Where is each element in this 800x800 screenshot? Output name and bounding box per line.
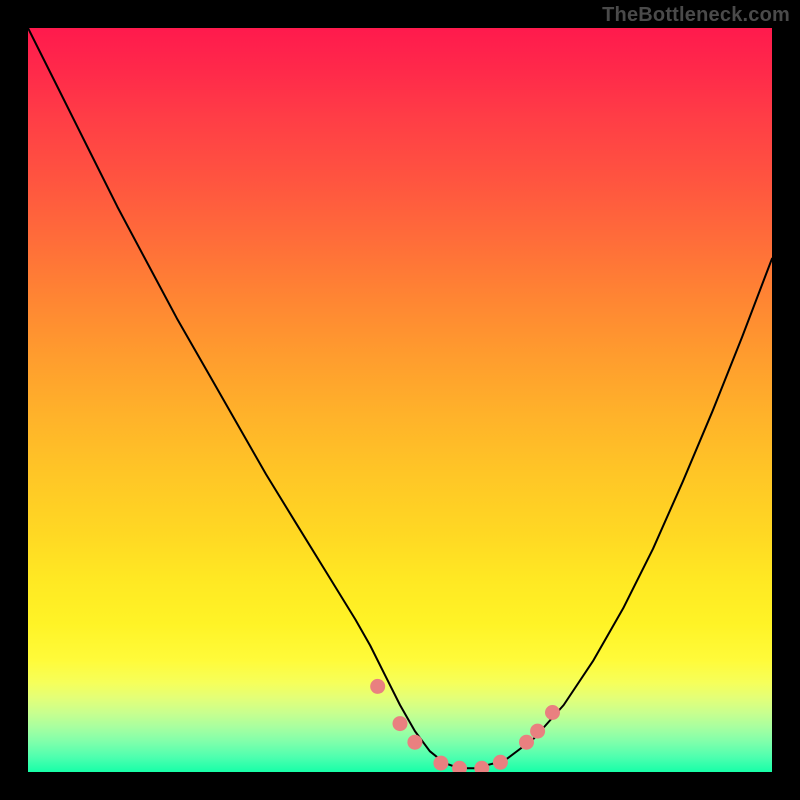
curve-marker	[519, 735, 534, 750]
plot-area	[28, 28, 772, 772]
curve-marker	[474, 761, 489, 772]
curve-marker	[493, 755, 508, 770]
curve-marker	[433, 756, 448, 771]
watermark-text: TheBottleneck.com	[602, 4, 790, 27]
curve-marker	[370, 679, 385, 694]
curve-marker	[530, 724, 545, 739]
curve-marker	[452, 761, 467, 772]
marker-group	[370, 679, 560, 772]
curve-marker	[393, 716, 408, 731]
chart-svg	[28, 28, 772, 772]
curve-marker	[545, 705, 560, 720]
bottleneck-curve	[28, 28, 772, 768]
chart-frame: TheBottleneck.com	[0, 0, 800, 800]
curve-marker	[407, 735, 422, 750]
